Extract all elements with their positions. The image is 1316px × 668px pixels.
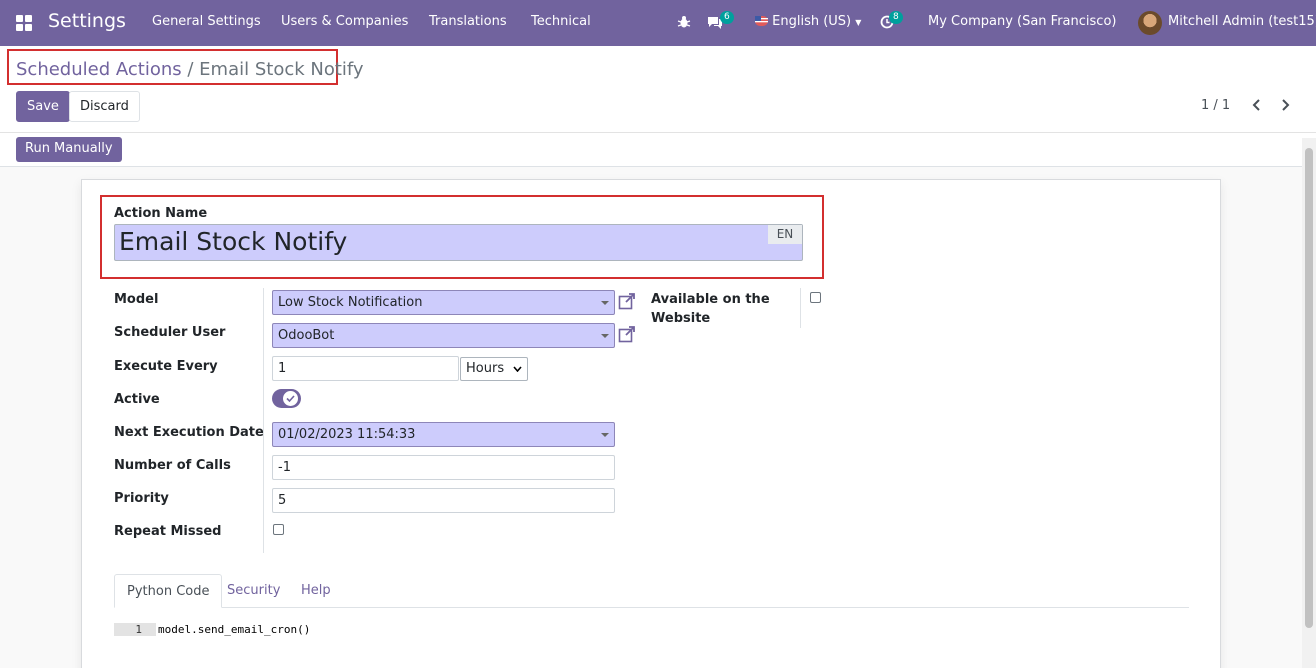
action-name-input[interactable]: Email Stock Notify	[114, 224, 803, 261]
model-value: Low Stock Notification	[278, 295, 423, 310]
active-label: Active	[114, 392, 160, 407]
execute-every-input[interactable]: 1	[272, 356, 459, 381]
interval-unit-select[interactable]: Hours	[460, 357, 528, 381]
breadcrumb-current: Email Stock Notify	[199, 59, 364, 80]
repeat-missed-label: Repeat Missed	[114, 524, 222, 539]
tab-security[interactable]: Security	[215, 574, 292, 608]
website-published-checkbox[interactable]	[810, 292, 821, 303]
translate-lang-button[interactable]: EN	[768, 225, 802, 244]
check-icon	[286, 395, 295, 403]
number-of-calls-label: Number of Calls	[114, 458, 231, 473]
bug-icon[interactable]	[677, 15, 691, 29]
interval-unit-value: Hours	[466, 361, 505, 376]
user-avatar[interactable]	[1138, 11, 1162, 35]
menu-translations[interactable]: Translations	[429, 14, 507, 29]
apps-grid-icon[interactable]	[16, 15, 32, 31]
form-sheet: Action Name Email Stock Notify EN Model …	[81, 179, 1221, 668]
caret-down-icon: ▼	[855, 18, 862, 27]
scrollbar-thumb[interactable]	[1305, 148, 1313, 628]
control-panel: Scheduled Actions / Email Stock Notify S…	[0, 46, 1316, 133]
code-line-number: 1	[114, 623, 156, 636]
tab-help[interactable]: Help	[289, 574, 343, 608]
menu-general-settings[interactable]: General Settings	[152, 14, 261, 29]
website-label-line2: Website	[651, 311, 711, 326]
model-select[interactable]: Low Stock Notification	[272, 290, 615, 315]
company-switcher[interactable]: My Company (San Francisco)	[928, 14, 1116, 29]
caret-down-icon	[601, 334, 609, 338]
next-execution-label: Next Execution Date	[114, 425, 264, 440]
us-flag-icon	[755, 16, 768, 26]
discard-button[interactable]: Discard	[69, 91, 140, 122]
right-label-separator	[800, 288, 801, 328]
chevron-right-icon[interactable]	[1280, 99, 1290, 111]
language-label: English (US)	[772, 14, 852, 29]
execute-every-label: Execute Every	[114, 359, 218, 374]
number-of-calls-input[interactable]: -1	[272, 455, 615, 480]
next-execution-value: 01/02/2023 11:54:33	[278, 427, 416, 442]
run-manually-button[interactable]: Run Manually	[16, 137, 122, 162]
priority-label: Priority	[114, 491, 169, 506]
repeat-missed-checkbox[interactable]	[273, 524, 284, 535]
label-separator	[263, 288, 264, 553]
active-toggle[interactable]	[272, 389, 301, 408]
chevron-down-icon	[513, 366, 522, 372]
caret-down-icon	[601, 433, 609, 437]
pager-value[interactable]: 1 / 1	[1201, 98, 1230, 113]
top-navbar: Settings General Settings Users & Compan…	[0, 0, 1316, 46]
notebook-tabs: Python Code Security Help	[114, 574, 1189, 608]
priority-input[interactable]: 5	[272, 488, 615, 513]
menu-technical[interactable]: Technical	[531, 14, 591, 29]
scheduler-user-value: OdooBot	[278, 328, 335, 343]
scrollbar[interactable]	[1302, 138, 1316, 668]
caret-down-icon	[601, 301, 609, 305]
chevron-left-icon[interactable]	[1252, 99, 1262, 111]
language-selector[interactable]: English (US) ▼	[755, 14, 861, 29]
app-title[interactable]: Settings	[48, 10, 126, 32]
user-menu[interactable]: Mitchell Admin (test15)	[1168, 14, 1316, 29]
external-link-icon[interactable]	[618, 325, 636, 343]
save-button[interactable]: Save	[16, 91, 70, 122]
menu-users-companies[interactable]: Users & Companies	[281, 14, 408, 29]
next-execution-date-input[interactable]: 01/02/2023 11:54:33	[272, 422, 615, 447]
code-text[interactable]: model.send_email_cron()	[158, 623, 310, 636]
tab-python-code[interactable]: Python Code	[114, 574, 223, 608]
breadcrumb: Scheduled Actions / Email Stock Notify	[16, 59, 364, 80]
breadcrumb-scheduled-actions[interactable]: Scheduled Actions	[16, 59, 182, 80]
model-label: Model	[114, 292, 159, 307]
activity-count-badge: 8	[889, 11, 903, 24]
website-label-line1: Available on the	[651, 292, 770, 307]
scheduler-user-label: Scheduler User	[114, 325, 226, 340]
toggle-knob	[283, 391, 298, 406]
status-bar: Run Manually	[0, 133, 1316, 167]
breadcrumb-separator: /	[187, 59, 194, 80]
discuss-count-badge: 6	[720, 11, 734, 24]
action-name-label: Action Name	[114, 206, 208, 221]
external-link-icon[interactable]	[618, 292, 636, 310]
scheduler-user-select[interactable]: OdooBot	[272, 323, 615, 348]
